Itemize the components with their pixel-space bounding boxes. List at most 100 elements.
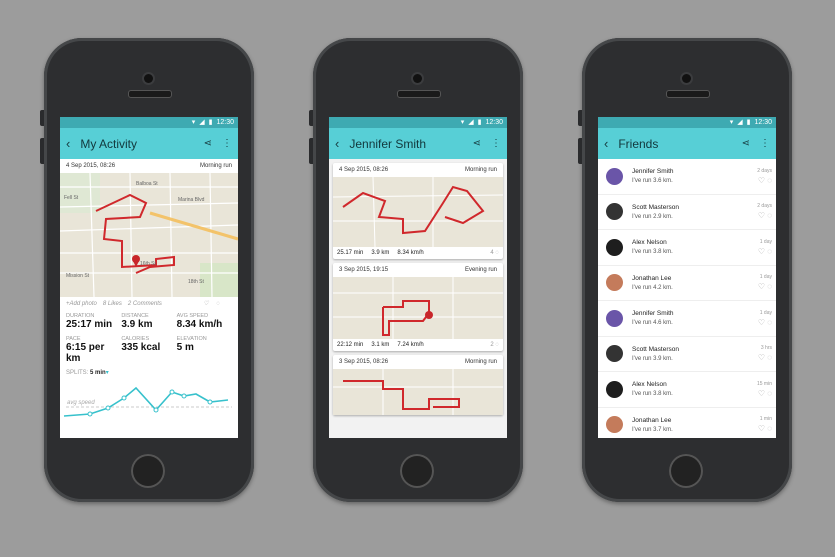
avatar[interactable] [606, 309, 623, 327]
friend-name[interactable]: Jonathan Lee [632, 275, 673, 282]
friend-activity: I've run 4.2 km. [632, 284, 673, 291]
friend-row[interactable]: Alex Nelson I've run 3.8 km. 15 min ♡ ◌ [598, 372, 776, 408]
heart-icon[interactable]: ♡ [758, 389, 765, 398]
run-speed: 7.24 km/h [397, 342, 424, 348]
run-date: 4 Sep 2015, 08:26 [339, 167, 389, 173]
comment-icon[interactable]: ◌ [767, 282, 772, 291]
route-map [333, 369, 503, 415]
heart-icon[interactable]: ♡ [758, 211, 765, 220]
run-card[interactable]: 3 Sep 2015, 08:26 Morning run [333, 355, 503, 415]
friend-name[interactable]: Jonathan Lee [632, 417, 673, 424]
heart-icon[interactable]: ♡ [758, 176, 765, 185]
friend-row[interactable]: Scott Masterson I've run 3.9 km. 3 hrs ♡ ◌ [598, 337, 776, 372]
back-icon[interactable]: ‹ [66, 136, 70, 151]
friend-name[interactable]: Jennifer Smith [632, 310, 674, 317]
signal-icon: ◢ [737, 119, 743, 126]
svg-text:Balboa St: Balboa St [136, 181, 158, 187]
friend-row[interactable]: Jennifer Smith I've run 4.6 km. 1 day ♡ ◌ [598, 301, 776, 337]
heart-icon[interactable]: ♡ [758, 353, 765, 362]
run-card[interactable]: 3 Sep 2015, 19:15 Evening run 22:12 min 3.… [333, 263, 503, 351]
speaker [128, 90, 172, 98]
run-meta: 3 Sep 2015, 19:15 Evening run [333, 263, 503, 277]
share-icon[interactable]: ⋖ [204, 138, 212, 149]
friend-name[interactable]: Jennifer Smith [632, 168, 674, 175]
run-card[interactable]: 4 Sep 2015, 08:26 Morning run 25.17 min 3.… [333, 163, 503, 259]
comments-link[interactable]: 2 Comments [128, 301, 162, 307]
run-date: 3 Sep 2015, 08:26 [339, 359, 389, 365]
home-button[interactable] [669, 454, 703, 488]
friend-row[interactable]: Jonathan Lee I've run 3.7 km. 1 min ♡ ◌ [598, 408, 776, 439]
wifi-icon: ▾ [729, 119, 734, 126]
overflow-menu-icon[interactable]: ⋮ [222, 138, 232, 149]
speed-chart: avg speed [63, 386, 232, 417]
friend-time: 1 day [759, 309, 772, 316]
avatar[interactable] [606, 345, 623, 363]
svg-text:Marina Blvd: Marina Blvd [178, 197, 205, 203]
friend-row[interactable]: Scott Masterson I've run 2.9 km. 2 days ♡ ◌ [598, 195, 776, 230]
run-date: 4 Sep 2015, 08:26 [66, 163, 116, 169]
back-icon[interactable]: ‹ [335, 136, 339, 151]
heart-icon[interactable]: ♡ [758, 424, 765, 433]
phone-my-activity: ▾ ◢ ▮ 12:30 ‹ My Activity ⋖ ⋮ 4 Sep 2015, 0… [40, 38, 254, 502]
friend-name[interactable]: Scott Masterson [632, 204, 679, 211]
avg-speed-label: avg speed [67, 400, 95, 406]
avatar[interactable] [606, 238, 623, 256]
friend-name[interactable]: Scott Masterson [632, 346, 679, 353]
overflow-menu-icon[interactable]: ⋮ [491, 138, 501, 149]
home-button[interactable] [131, 454, 165, 488]
comment-icon[interactable]: ◌ [767, 318, 772, 327]
app-bar: ‹ My Activity ⋖ ⋮ [60, 128, 238, 159]
splits-selector[interactable]: SPLITS: 5 min▾ [60, 367, 238, 378]
friend-name[interactable]: Alex Nelson [632, 381, 673, 388]
run-distance: 3.9 km [371, 250, 390, 256]
comment-icon[interactable]: ◌ [767, 247, 772, 256]
friend-name[interactable]: Alex Nelson [632, 239, 673, 246]
signal-icon: ◢ [468, 119, 474, 126]
overflow-menu-icon[interactable]: ⋮ [760, 138, 770, 149]
heart-icon[interactable]: ♡ [758, 318, 765, 327]
heart-icon[interactable]: ♡ [203, 301, 208, 307]
comment-icon[interactable]: ◌ [767, 353, 772, 362]
route-map[interactable]: Balboa St Fell St Marina Blvd 16th St 18th… [60, 173, 238, 297]
comment-icon[interactable]: ◌ [495, 342, 499, 348]
heart-icon[interactable]: ♡ [758, 282, 765, 291]
friend-activity: I've run 3.6 km. [632, 178, 673, 185]
run-date: 3 Sep 2015, 19:15 [339, 267, 389, 273]
signal-icon: ◢ [199, 119, 205, 126]
avatar[interactable] [606, 380, 623, 398]
run-type: Morning run [464, 359, 497, 365]
comment-icon[interactable]: ◌ [767, 389, 772, 398]
comment-icon[interactable]: ◌ [767, 211, 772, 220]
friend-row[interactable]: Jennifer Smith I've run 3.6 km. 2 days ♡ ◌ [598, 159, 776, 195]
add-photo-link[interactable]: +Add photo [66, 301, 97, 307]
run-meta: 4 Sep 2015, 08:26 Morning run [60, 159, 238, 173]
run-type: Morning run [199, 163, 232, 169]
likes-link[interactable]: 8 Likes [103, 301, 122, 307]
side-button [578, 138, 582, 164]
route-map [333, 177, 503, 247]
svg-text:16th St: 16th St [140, 261, 156, 267]
friend-row[interactable]: Jonathan Lee I've run 4.2 km. 1 day ♡ ◌ [598, 266, 776, 301]
run-type: Morning run [464, 167, 497, 173]
comment-icon[interactable]: ◌ [767, 176, 772, 185]
share-icon[interactable]: ⋖ [742, 138, 750, 149]
avatar[interactable] [606, 416, 623, 434]
avatar[interactable] [606, 203, 623, 221]
camera [144, 74, 153, 83]
comment-icon[interactable]: ◌ [216, 301, 220, 307]
share-icon[interactable]: ⋖ [473, 138, 481, 149]
avatar[interactable] [606, 167, 623, 185]
heart-icon[interactable]: ♡ [758, 247, 765, 256]
back-icon[interactable]: ‹ [604, 136, 608, 151]
home-button[interactable] [400, 454, 434, 488]
comment-icon[interactable]: ◌ [495, 250, 499, 256]
social-row: +Add photo 8 Likes 2 Comments ♡ ◌ [60, 297, 238, 310]
comment-icon[interactable]: ◌ [767, 424, 772, 433]
splits-value: 5 min [90, 370, 106, 376]
avatar[interactable] [606, 274, 623, 292]
run-stats: 22:12 min 3.1 km 7.24 km/h 2 ◌ [333, 339, 503, 351]
run-speed: 8.34 km/h [397, 250, 424, 256]
friend-row[interactable]: Alex Nelson I've run 3.8 km. 1 day ♡ ◌ [598, 230, 776, 266]
page-title: My Activity [80, 136, 138, 151]
stat-value: 3.9 km [121, 319, 153, 330]
